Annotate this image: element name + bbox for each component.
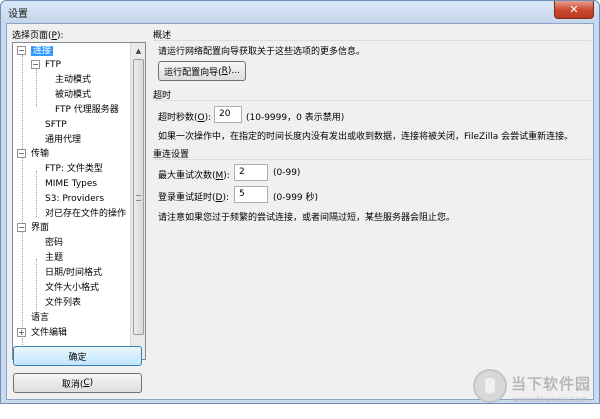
run-wizard-button[interactable]: 运行配置向导(R)... (158, 61, 246, 81)
watermark: 当下软件园 www.downxia.com (473, 369, 593, 419)
timeout-description: 如果一次操作中，在指定的时间长度内没有发出或收到数据，连接将被关闭，FileZi… (158, 132, 574, 142)
page-select-label: 选择页面(P): (12, 31, 64, 41)
tree-item-mime-types[interactable]: MIME Types (45, 177, 97, 191)
tree-item-passwords[interactable]: 密码 (45, 236, 63, 250)
collapse-icon[interactable]: − (31, 60, 40, 69)
settings-window: 设置 ✕ 选择页面(P): − 连接 − FTP 主动模式 被动模式 FTP 代… (0, 0, 600, 404)
tree-item-filesize-format[interactable]: 文件大小格式 (45, 281, 99, 295)
tree-item-transfers[interactable]: − 传输 (17, 147, 49, 161)
scroll-up-icon[interactable]: ▲ (132, 44, 145, 58)
timeout-label: 超时秒数(O): (158, 113, 212, 123)
max-retries-range: (0-99) (273, 168, 301, 178)
tree-item-themes[interactable]: 主题 (45, 251, 63, 265)
title-bar: 设置 ✕ (1, 1, 599, 23)
close-icon: ✕ (569, 3, 579, 16)
tree-item-passive-mode[interactable]: 被动模式 (55, 88, 91, 102)
tree-item-interface[interactable]: − 界面 (17, 221, 49, 235)
window-title: 设置 (8, 9, 28, 20)
tree-item-ftp-proxy[interactable]: FTP 代理服务器 (55, 103, 119, 117)
tree-item-s3-providers[interactable]: S3: Providers (45, 192, 104, 206)
dialog-body: 选择页面(P): − 连接 − FTP 主动模式 被动模式 FTP 代理服务器 (6, 23, 594, 404)
max-retries-input[interactable]: 2 (234, 164, 268, 181)
tree-item-language[interactable]: 语言 (31, 311, 49, 325)
ok-button[interactable]: 确定 (13, 346, 142, 366)
tree-item-sftp[interactable]: SFTP (45, 118, 67, 132)
retry-delay-input[interactable]: 5 (234, 186, 268, 203)
reconnect-note: 请注意如果您过于频繁的尝试连接，或者间隔过短，某些服务器会阻止您。 (158, 213, 456, 223)
collapse-icon[interactable]: − (17, 149, 26, 158)
page-tree[interactable]: − 连接 − FTP 主动模式 被动模式 FTP 代理服务器 SFTP 通用代理… (12, 42, 146, 360)
overview-description: 请运行网络配置向导获取关于这些选项的更多信息。 (158, 47, 366, 57)
tree-item-file-exists-action[interactable]: 对已存在文件的操作 (45, 207, 126, 221)
tree-scrollbar[interactable]: ▲ ▼ (130, 43, 145, 359)
tree-content: − 连接 − FTP 主动模式 被动模式 FTP 代理服务器 SFTP 通用代理… (13, 43, 131, 359)
tree-item-ftp[interactable]: − FTP (31, 58, 61, 72)
watermark-url: www.downxia.com (513, 395, 588, 404)
tree-item-connection[interactable]: − 连接 (17, 44, 54, 58)
close-button[interactable]: ✕ (554, 1, 594, 19)
timeout-range: (10-9999，0 表示禁用) (246, 113, 345, 123)
collapse-icon[interactable]: − (17, 46, 26, 55)
expand-icon[interactable]: + (17, 328, 26, 337)
retry-delay-label: 登录重试延时(D): (158, 193, 229, 203)
timeout-input[interactable]: 20 (214, 106, 242, 123)
watermark-logo-icon (473, 369, 507, 403)
collapse-icon[interactable]: − (17, 223, 26, 232)
max-retries-label: 最大重试次数(M): (158, 171, 230, 181)
tree-item-ftp-file-types[interactable]: FTP: 文件类型 (45, 162, 103, 176)
retry-delay-range: (0-999 秒) (273, 193, 319, 203)
scroll-thumb[interactable] (133, 59, 144, 335)
tree-item-file-editing[interactable]: + 文件编辑 (17, 326, 67, 340)
tree-item-date-time-format[interactable]: 日期/时间格式 (45, 266, 102, 280)
tree-item-generic-proxy[interactable]: 通用代理 (45, 133, 81, 147)
cancel-button[interactable]: 取消(C) (13, 373, 142, 393)
tree-item-file-lists[interactable]: 文件列表 (45, 296, 81, 310)
watermark-brand: 当下软件园 (511, 375, 592, 393)
tree-item-active-mode[interactable]: 主动模式 (55, 73, 91, 87)
